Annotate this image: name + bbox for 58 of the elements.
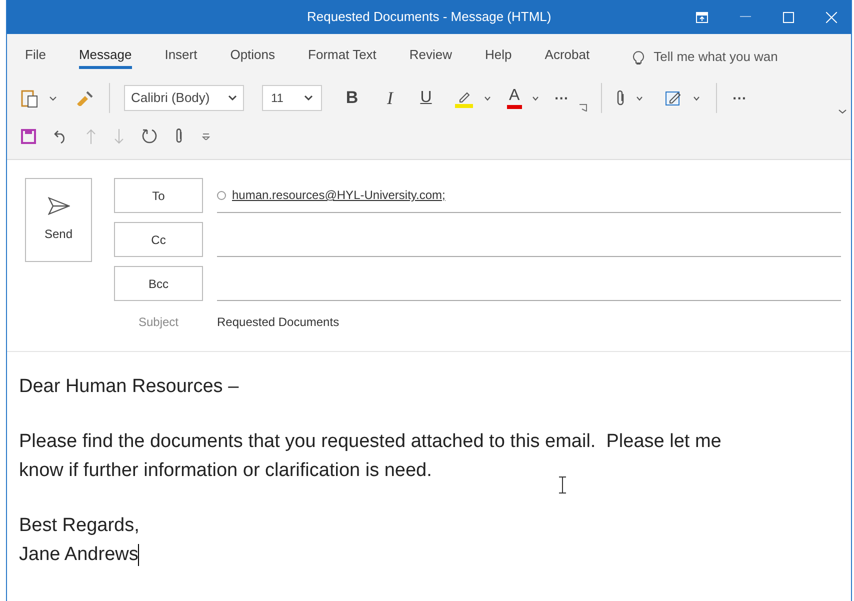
subject-field[interactable]: Requested Documents [217, 313, 340, 331]
chevron-down-icon[interactable] [49, 96, 57, 100]
close-icon[interactable] [826, 12, 837, 22]
save-icon[interactable] [21, 128, 36, 144]
subject-label: Subject [137, 314, 180, 331]
underline-button[interactable]: U [416, 86, 436, 110]
ribbon-tab[interactable]: File [25, 45, 46, 69]
chevron-down-icon [228, 95, 237, 101]
ribbon-tab[interactable]: Message [78, 45, 132, 69]
body-text: Please find the documents that you requested attached to this email. Please let me know if further information or clarification is need. [19, 430, 722, 483]
italic-button[interactable]: I [380, 84, 400, 112]
bold-button[interactable]: B [342, 85, 362, 111]
recipient-button[interactable]: To [114, 178, 203, 213]
ribbon-tab[interactable]: Insert [164, 45, 198, 69]
more-button[interactable]: ··· [554, 88, 569, 108]
text-cursor-icon [558, 476, 567, 494]
status-circle-icon [217, 190, 226, 200]
font-color-button[interactable]: A [507, 87, 522, 109]
font-name: Calibri (Body) [131, 89, 210, 108]
signature-icon[interactable] [664, 89, 683, 107]
font-size-dropdown[interactable]: 11 [262, 85, 322, 111]
dialog-launcher-icon[interactable] [578, 104, 587, 112]
paperclip-icon[interactable] [175, 128, 184, 144]
customize-icon[interactable] [202, 132, 210, 140]
search-field[interactable]: Tell me what you wan [654, 47, 778, 67]
chevron-down-icon[interactable] [692, 96, 700, 100]
redo-icon[interactable] [142, 128, 157, 144]
paperclip-icon[interactable] [616, 89, 626, 107]
recipient-field[interactable]: human.resources@HYL-University.com; [217, 178, 841, 213]
body-text: Best Regards, [19, 514, 140, 538]
ribbon-tab[interactable]: Review [409, 45, 452, 69]
ribbon-tab[interactable]: Options [230, 45, 276, 69]
chevron-down-icon [304, 95, 313, 101]
ribbon-tab[interactable]: Format Text [308, 45, 376, 69]
more-button[interactable]: ··· [732, 88, 747, 108]
ribbon-tab[interactable]: Acrobat [544, 45, 590, 69]
chevron-down-icon[interactable] [484, 96, 491, 100]
window-title: Requested Documents - Message (HTML) [307, 8, 552, 26]
paste-icon[interactable] [21, 88, 39, 108]
ribbon-tab[interactable]: Help [485, 45, 512, 69]
text-caret [138, 544, 140, 566]
font-size: 11 [271, 90, 284, 107]
minimize-icon[interactable] [740, 16, 751, 18]
maximize-icon[interactable] [783, 12, 794, 22]
chevron-down-icon[interactable] [636, 96, 643, 100]
lightbulb-icon [632, 50, 644, 64]
body-text: Dear Human Resources – [19, 375, 240, 399]
recipient-button[interactable]: Cc [114, 222, 203, 257]
send-icon [48, 197, 70, 215]
chevron-down-icon[interactable] [838, 109, 847, 114]
recipient-address[interactable]: human.resources@HYL-University.com; [232, 186, 446, 204]
chevron-down-icon[interactable] [532, 96, 539, 100]
body-text: Jane Andrews [19, 542, 140, 568]
format-painter-icon[interactable] [75, 90, 95, 106]
ribbon-display-icon[interactable] [696, 12, 708, 22]
send-button[interactable]: Send [25, 178, 92, 262]
font-dropdown[interactable]: Calibri (Body) [124, 85, 244, 111]
recipient-button[interactable]: Bcc [114, 266, 203, 301]
